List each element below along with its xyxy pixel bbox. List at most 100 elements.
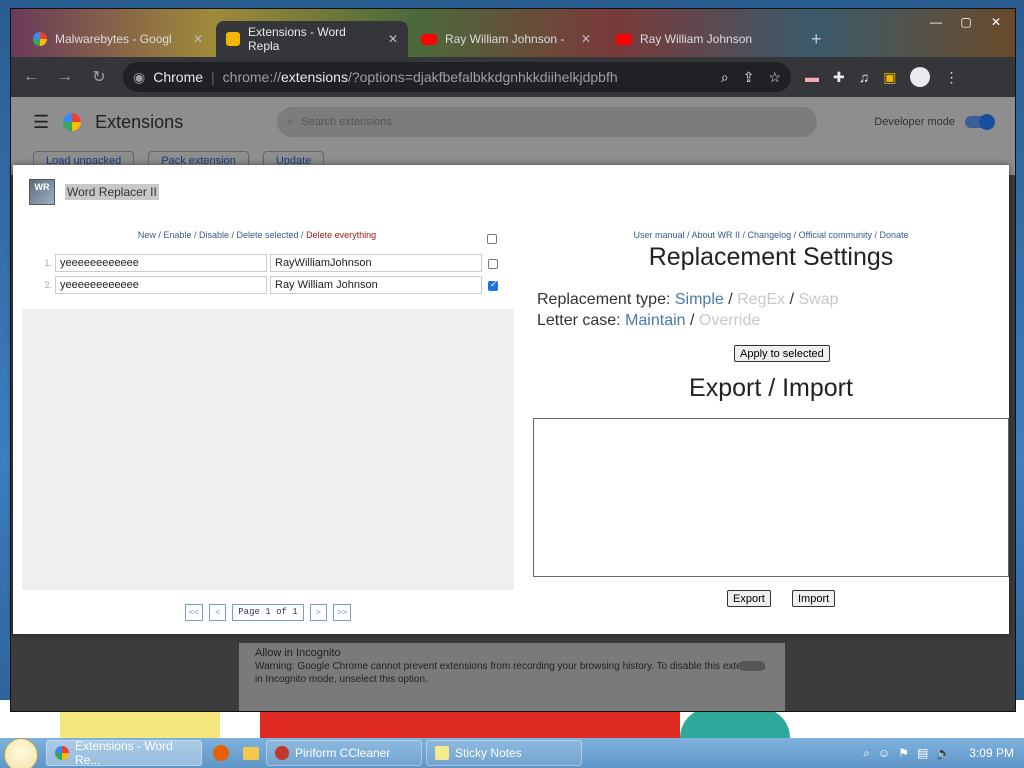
wallpaper-green-shape — [680, 708, 790, 738]
flag-extension-icon[interactable]: ▬ — [805, 69, 819, 85]
new-tab-icon[interactable]: + — [811, 29, 822, 50]
donate-link[interactable]: Donate — [879, 230, 908, 240]
url-text: chrome://extensions/?options=djakfbefalb… — [222, 69, 618, 85]
profile-avatar[interactable] — [910, 67, 931, 87]
changelog-link[interactable]: Changelog — [748, 230, 792, 240]
row-checkbox[interactable] — [488, 259, 498, 269]
start-button[interactable] — [0, 738, 42, 768]
chrome-icon — [55, 746, 69, 760]
maximize-icon[interactable]: ▢ — [953, 13, 979, 31]
volume-icon[interactable]: 🔈 — [936, 746, 951, 760]
forward-icon[interactable]: → — [55, 68, 75, 86]
explorer-folder-icon[interactable] — [240, 742, 262, 764]
disable-link[interactable]: Disable — [199, 230, 229, 240]
puzzle-icon — [226, 32, 240, 46]
enable-link[interactable]: Enable — [163, 230, 191, 240]
last-page-button[interactable]: >> — [332, 603, 352, 621]
ccleaner-icon — [275, 746, 289, 760]
tab-title: Ray William Johnson - — [445, 32, 565, 46]
site-chip: Chrome — [153, 69, 204, 85]
incognito-toggle[interactable] — [739, 661, 765, 671]
media-icon[interactable]: ♫ — [859, 69, 870, 85]
row-number: 2. — [44, 280, 52, 290]
smiley-tray-icon[interactable]: ☺ — [878, 746, 890, 760]
tab-malwarebytes[interactable]: Malwarebytes - Googl ✕ — [23, 21, 213, 57]
search-icon: ⌕ — [287, 115, 294, 128]
export-button[interactable]: Export — [727, 590, 771, 607]
close-window-icon[interactable]: ✕ — [983, 13, 1009, 31]
about-link[interactable]: About WR II — [692, 230, 741, 240]
taskbar-item-chrome[interactable]: Extensions - Word Re... — [46, 739, 202, 767]
replacement-type: Replacement type: Simple / RegEx / Swap — [537, 291, 839, 308]
firefox-icon[interactable] — [210, 742, 232, 764]
menu-icon[interactable]: ⋮ — [944, 69, 958, 86]
wallpaper-red-shape — [260, 708, 680, 738]
taskbar-item-ccleaner[interactable]: Piriform CCleaner — [266, 740, 422, 766]
prev-page-button[interactable]: < — [209, 603, 227, 621]
close-tab-icon[interactable]: ✕ — [388, 32, 398, 46]
import-button[interactable]: Import — [792, 590, 836, 607]
close-tab-icon[interactable]: ✕ — [581, 32, 591, 46]
developer-mode-toggle[interactable] — [965, 114, 995, 130]
type-swap-option[interactable]: Swap — [798, 291, 838, 308]
new-link[interactable]: New — [138, 230, 156, 240]
address-bar[interactable]: ◉ Chrome | chrome://extensions/?options=… — [123, 62, 791, 92]
search-extensions[interactable]: ⌕ Search extensions — [277, 107, 818, 137]
replace-field[interactable] — [270, 276, 482, 294]
search-tray-icon[interactable]: ⌕ — [863, 746, 870, 761]
row-checkbox[interactable] — [488, 279, 498, 291]
start-orb-icon — [4, 738, 38, 768]
export-import-textarea[interactable] — [533, 418, 1009, 577]
network-icon[interactable]: ▤ — [917, 746, 928, 760]
separator: | — [211, 69, 215, 85]
settings-panel: User manual / About WR II / Changelog / … — [523, 219, 1009, 634]
share-icon[interactable]: ⇪ — [743, 69, 755, 86]
case-maintain-option[interactable]: Maintain — [625, 312, 685, 329]
reload-icon[interactable]: ↻ — [89, 67, 109, 87]
delete-everything-link[interactable]: Delete everything — [306, 230, 376, 240]
case-override-option[interactable]: Override — [699, 312, 760, 329]
type-simple-option[interactable]: Simple — [675, 291, 724, 308]
chrome-icon: ◉ — [133, 68, 146, 85]
rule-row: 2. — [22, 276, 514, 296]
community-link[interactable]: Official community — [799, 230, 872, 240]
side-panel-icon[interactable]: ▣ — [883, 69, 896, 86]
tab-extensions[interactable]: Extensions - Word Repla ✕ — [216, 21, 408, 57]
options-dialog: WR Word Replacer II New / Enable / Disab… — [13, 165, 1009, 634]
rules-panel: New / Enable / Disable / Delete selected… — [22, 219, 514, 634]
minimize-icon[interactable]: — — [923, 13, 949, 31]
rule-actions: New / Enable / Disable / Delete selected… — [137, 230, 377, 240]
apply-to-selected-button[interactable]: Apply to selected — [734, 345, 830, 362]
select-all-checkbox[interactable] — [487, 234, 497, 244]
os-build: Build 7601 — [964, 720, 1016, 732]
tab-youtube-2[interactable]: Ray William Johnson — [606, 21, 796, 57]
close-tab-icon[interactable]: ✕ — [193, 32, 203, 46]
user-manual-link[interactable]: User manual — [633, 230, 684, 240]
window-controls: — ▢ ✕ — [923, 13, 1009, 31]
developer-mode-label: Developer mode — [874, 116, 955, 128]
action-center-icon[interactable]: ⚑ — [898, 746, 909, 760]
dialog-header: WR Word Replacer II — [13, 165, 1009, 219]
back-icon[interactable]: ← — [21, 68, 41, 86]
delete-selected-link[interactable]: Delete selected — [237, 230, 299, 240]
find-field[interactable] — [55, 276, 267, 294]
taskbar-item-sticky-notes[interactable]: Sticky Notes — [426, 740, 582, 766]
replace-field[interactable] — [270, 254, 482, 272]
wallpaper-yellow-shape — [60, 708, 220, 738]
type-regex-option[interactable]: RegEx — [737, 291, 785, 308]
clock[interactable]: 3:09 PM — [969, 746, 1014, 760]
extensions-puzzle-icon[interactable]: ✚ — [833, 69, 845, 86]
first-page-button[interactable]: << — [184, 603, 204, 621]
rule-row: 1. — [22, 254, 514, 274]
zoom-icon[interactable]: ⌕ — [721, 69, 729, 86]
find-field[interactable] — [55, 254, 267, 272]
browser-toolbar: ← → ↻ ◉ Chrome | chrome://extensions/?op… — [11, 57, 1015, 97]
youtube-icon — [421, 33, 437, 45]
google-icon — [33, 32, 47, 46]
rules-list: New / Enable / Disable / Delete selected… — [22, 219, 514, 309]
tab-youtube-1[interactable]: Ray William Johnson - ✕ — [411, 21, 601, 57]
hamburger-menu-icon[interactable]: ☰ — [33, 112, 49, 133]
search-placeholder: Search extensions — [301, 116, 392, 128]
bookmark-star-icon[interactable]: ☆ — [768, 69, 781, 86]
next-page-button[interactable]: > — [309, 603, 327, 621]
